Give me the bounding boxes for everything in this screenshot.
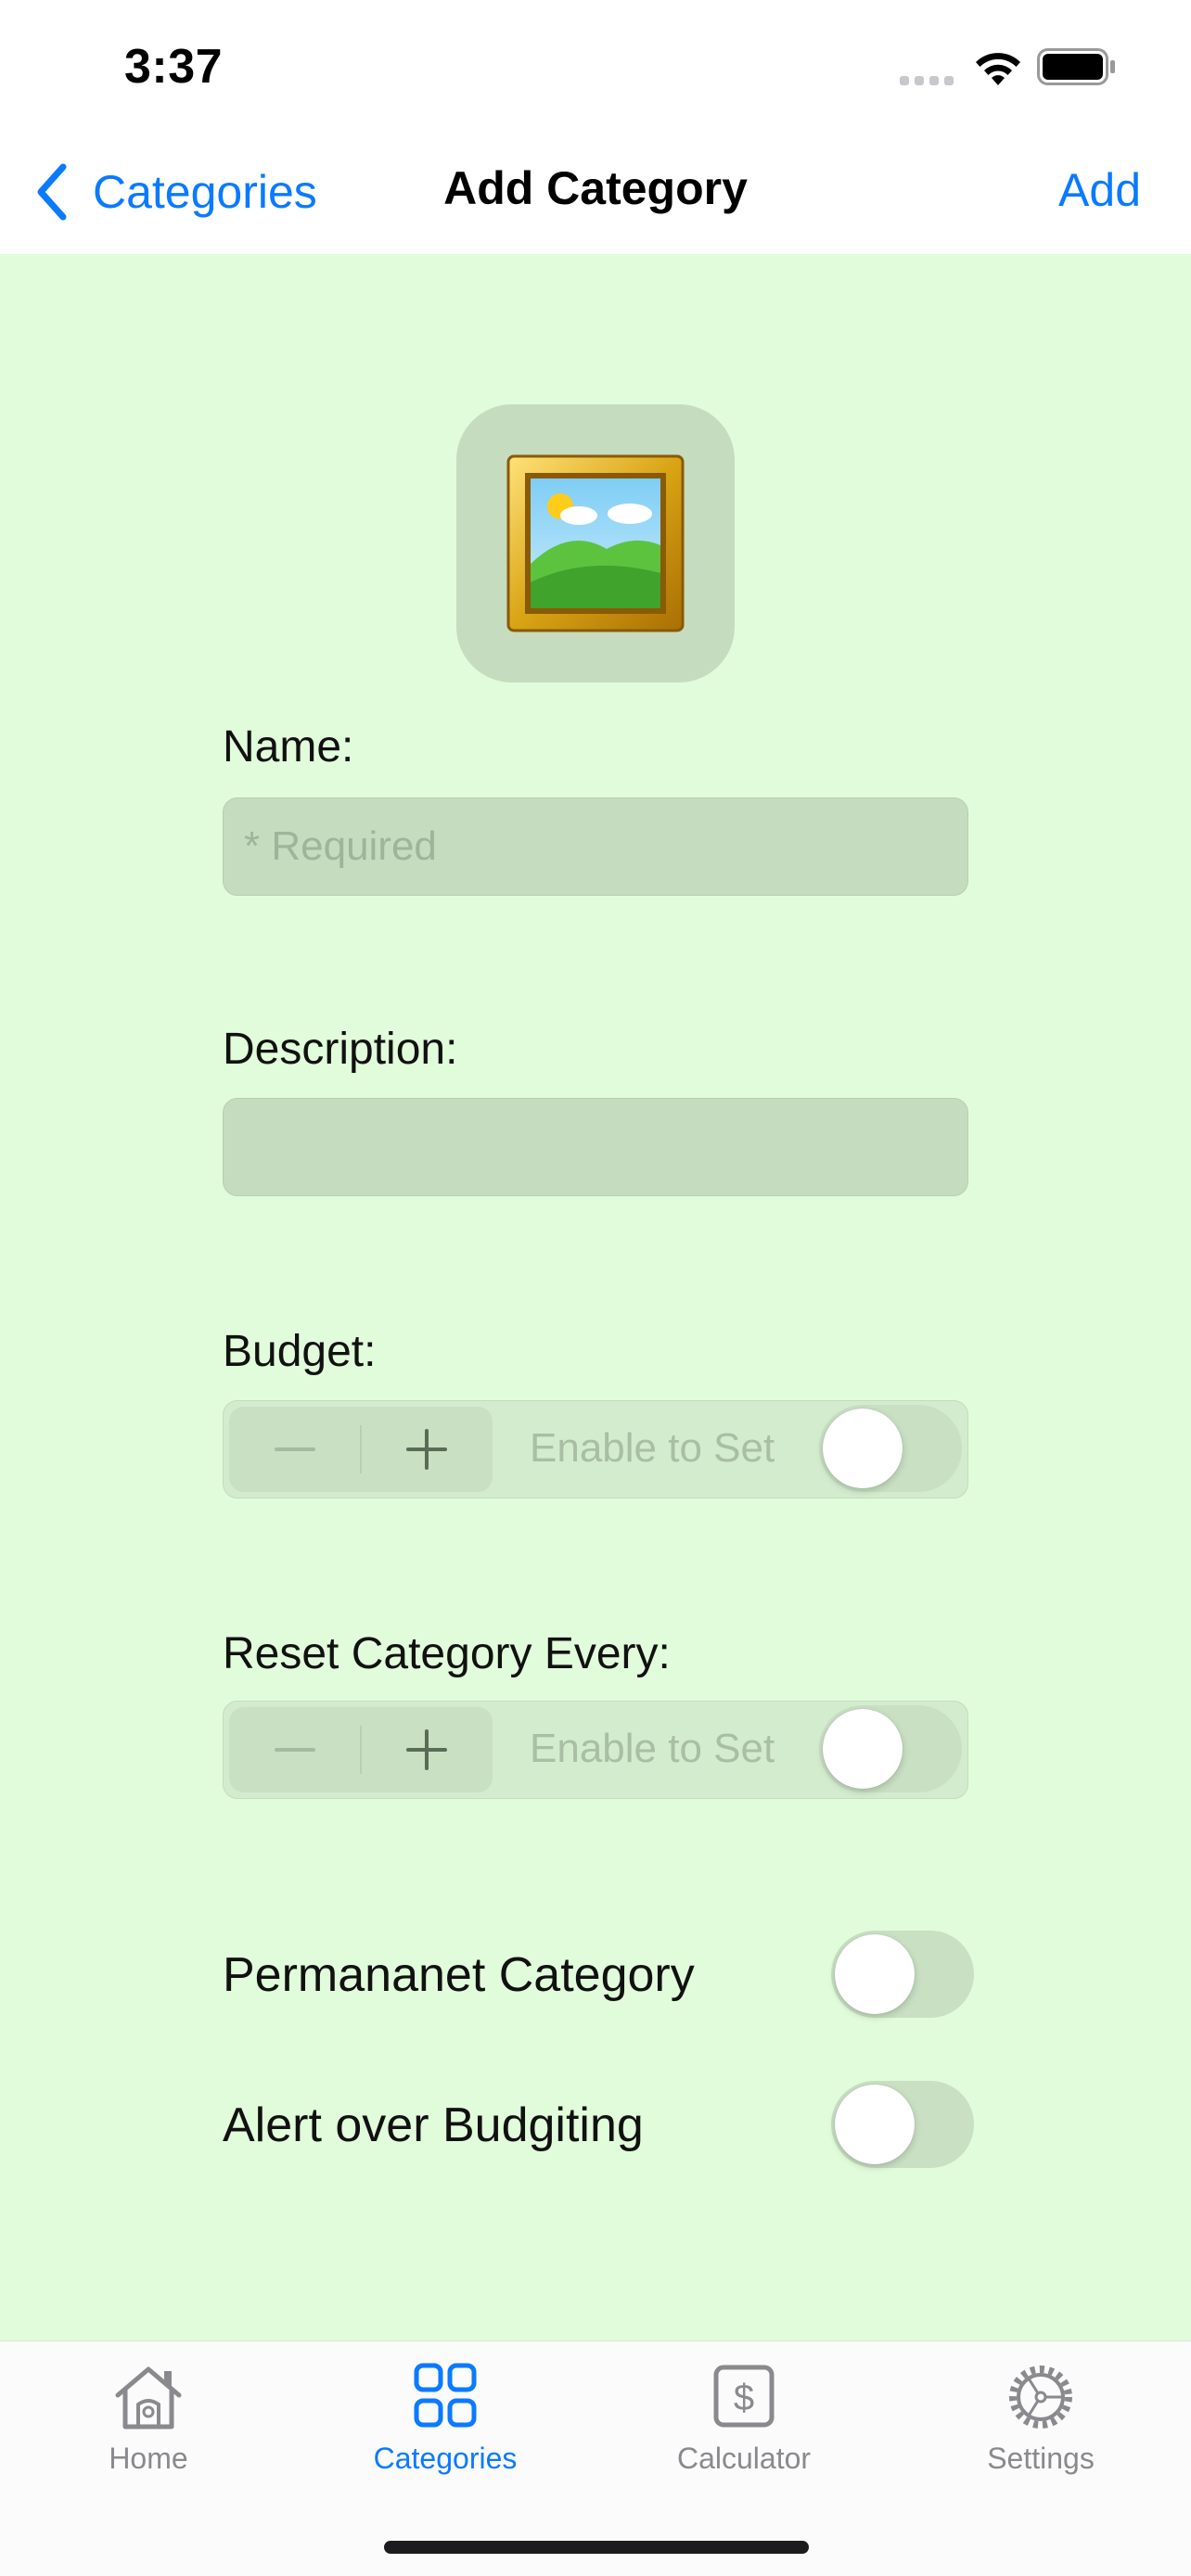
reset-increment-button[interactable] [362,1707,493,1792]
name-label: Name: [223,722,354,772]
budget-control: Enable to Set [223,1400,968,1498]
framed-picture-icon [506,454,685,632]
dollar-square-icon: $ [713,2365,775,2428]
alert-over-budget-toggle[interactable] [831,2081,974,2168]
budget-toggle[interactable] [819,1405,962,1492]
home-indicator[interactable] [384,2541,809,2554]
status-bar: 3:37 [0,0,1191,130]
tab-settings-label: Settings [987,2442,1095,2475]
permanent-category-toggle[interactable] [831,1931,974,2018]
permanent-category-label: Permananet Category [223,1948,695,2002]
cellular-signal-icon [900,76,954,85]
toggle-knob [823,1409,903,1488]
tab-calculator-label: Calculator [676,2442,812,2475]
name-input[interactable]: * Required [223,797,968,896]
name-placeholder: * Required [244,823,437,869]
minus-icon [274,1447,315,1451]
tab-categories[interactable]: Categories [352,2362,538,2476]
reset-stepper [229,1707,493,1792]
minus-icon [274,1748,315,1752]
back-button-label: Categories [93,166,317,218]
alert-over-budget-label: Alert over Budgiting [223,2098,644,2152]
status-time: 3:37 [124,40,224,94]
budget-stepper [229,1407,493,1492]
budget-decrement-button[interactable] [229,1407,360,1492]
toggle-knob [835,1934,915,2014]
tab-categories-label: Categories [373,2442,518,2475]
reset-toggle[interactable] [819,1705,962,1792]
tab-calculator[interactable]: $ Calculator [651,2362,837,2476]
chevron-left-icon [37,163,67,221]
house-icon [115,2366,182,2429]
plus-icon [406,1729,448,1770]
category-image-picker[interactable] [456,404,735,682]
tab-home-label: Home [109,2442,188,2475]
tab-home[interactable]: Home [56,2362,241,2476]
budget-increment-button[interactable] [362,1407,493,1492]
navigation-bar: Categories Add Category Add [0,130,1191,254]
tab-settings[interactable]: Settings [948,2362,1133,2476]
description-label: Description: [223,1025,458,1074]
toggle-knob [823,1709,903,1789]
back-button[interactable]: Categories [33,163,317,221]
battery-icon [1037,48,1115,85]
wifi-icon [976,53,1020,85]
reset-control: Enable to Set [223,1701,968,1799]
grid-icon [414,2363,477,2428]
description-input[interactable] [223,1098,968,1196]
reset-status-text: Enable to Set [530,1726,775,1771]
form-content: Name: * Required Description: Budget: En… [0,254,1191,2340]
svg-text:$: $ [734,2378,754,2418]
gear-icon [1009,2366,1072,2429]
plus-icon [406,1429,448,1470]
reset-label: Reset Category Every: [223,1629,671,1678]
reset-decrement-button[interactable] [229,1707,360,1792]
add-button[interactable]: Add [1058,163,1141,217]
budget-status-text: Enable to Set [530,1425,775,1471]
toggle-knob [835,2085,915,2164]
budget-label: Budget: [223,1327,377,1376]
